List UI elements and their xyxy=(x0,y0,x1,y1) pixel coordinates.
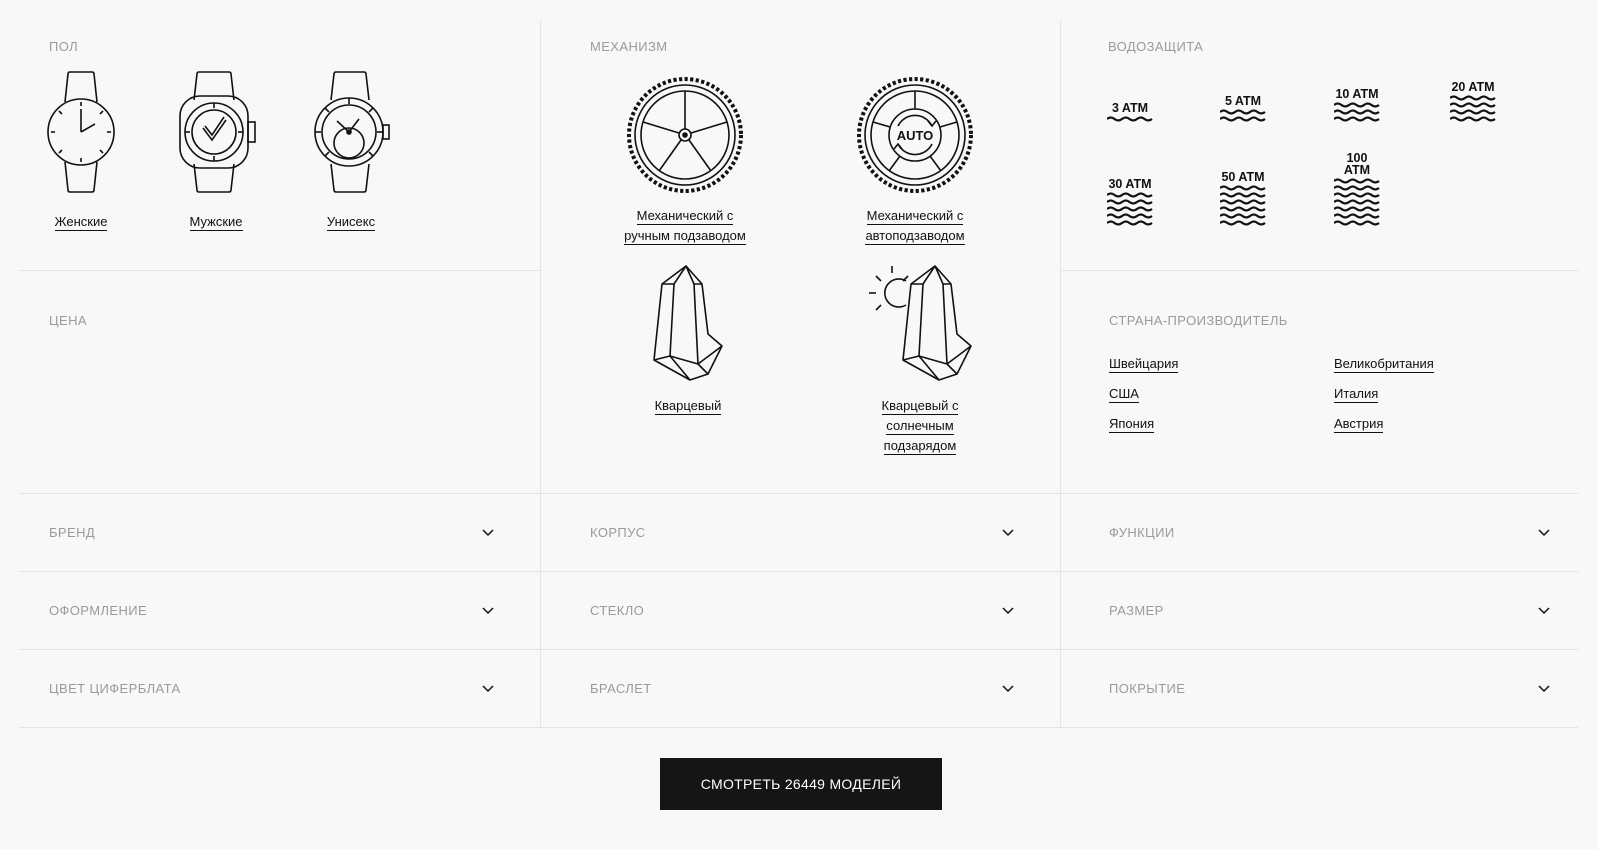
country-link-usa[interactable]: США xyxy=(1109,386,1139,403)
chevron-down-icon xyxy=(482,606,494,614)
chevron-down-icon xyxy=(1002,606,1014,614)
water-option-5atm[interactable]: 5 ATM xyxy=(1219,95,1267,123)
accordion-brand[interactable]: Бренд xyxy=(49,494,495,571)
gender-option-women[interactable]: Женские xyxy=(36,70,126,232)
show-models-button[interactable]: Смотреть 26449 моделей xyxy=(660,758,942,810)
water-option-20atm[interactable]: 20 ATM xyxy=(1449,81,1497,123)
mechanism-label: автоподзаводом xyxy=(865,228,965,245)
accordion-dial-color[interactable]: Цвет циферблата xyxy=(49,650,495,727)
chevron-down-icon xyxy=(1002,684,1014,692)
unisex-watch-icon xyxy=(314,71,390,193)
section-title-mechanism: Механизм xyxy=(590,39,668,54)
water-label: 3 ATM xyxy=(1111,101,1149,115)
waves-6-icon xyxy=(1220,185,1266,226)
waves-7-icon xyxy=(1334,178,1380,226)
waves-1-icon xyxy=(1107,116,1153,122)
accordion-functions[interactable]: Функции xyxy=(1109,494,1551,571)
divider xyxy=(1060,20,1061,728)
accordion-bracelet[interactable]: Браслет xyxy=(590,650,1015,727)
mechanism-label: ручным подзаводом xyxy=(624,228,746,245)
accordion-label: Покрытие xyxy=(1109,681,1186,696)
manual-gear-icon xyxy=(627,77,743,193)
divider xyxy=(540,20,541,728)
mechanism-label: солнечным xyxy=(886,418,954,435)
mechanism-label: Механический с xyxy=(636,208,734,225)
mechanism-option-auto[interactable]: AUTO Механический с автоподзаводом xyxy=(835,76,995,246)
water-label: 50 ATM xyxy=(1221,170,1265,184)
chevron-down-icon xyxy=(1538,684,1550,692)
water-option-10atm[interactable]: 10 ATM xyxy=(1333,88,1381,123)
divider xyxy=(1060,270,1578,271)
accordion-case[interactable]: Корпус xyxy=(590,494,1015,571)
section-title-gender: Пол xyxy=(49,39,79,54)
gender-option-men[interactable]: Мужские xyxy=(171,70,261,232)
chevron-down-icon xyxy=(482,528,494,536)
quartz-crystal-icon xyxy=(653,265,723,381)
women-watch-icon xyxy=(47,71,115,193)
country-link-japan[interactable]: Япония xyxy=(1109,416,1155,433)
water-option-30atm[interactable]: 30 ATM xyxy=(1106,178,1154,227)
auto-gear-icon: AUTO xyxy=(857,77,973,193)
solar-crystal-icon xyxy=(869,265,972,381)
waves-2-icon xyxy=(1220,109,1266,122)
accordion-label: Бренд xyxy=(49,525,96,540)
mechanism-option-quartz[interactable]: Кварцевый xyxy=(618,264,758,416)
mechanism-option-manual[interactable]: Механический с ручным подзаводом xyxy=(605,76,765,246)
section-title-price: Цена xyxy=(49,313,87,328)
water-option-100atm[interactable]: 100 ATM xyxy=(1333,152,1381,227)
accordion-label: Функции xyxy=(1109,525,1175,540)
water-label: 20 ATM xyxy=(1451,80,1495,94)
gender-label: Женские xyxy=(54,214,108,231)
water-option-50atm[interactable]: 50 ATM xyxy=(1219,171,1267,227)
country-link-uk[interactable]: Великобритания xyxy=(1334,356,1434,373)
divider xyxy=(19,270,540,271)
water-label: 5 ATM xyxy=(1224,94,1262,108)
accordion-label: Цвет циферблата xyxy=(49,681,181,696)
accordion-label: Оформление xyxy=(49,603,148,618)
mechanism-label: Механический с xyxy=(866,208,964,225)
mechanism-label: Кварцевый xyxy=(654,398,722,415)
gender-label: Мужские xyxy=(189,214,243,231)
country-link-italy[interactable]: Италия xyxy=(1334,386,1379,403)
accordion-label: Стекло xyxy=(590,603,645,618)
accordion-size[interactable]: Размер xyxy=(1109,572,1551,649)
accordion-design[interactable]: Оформление xyxy=(49,572,495,649)
water-label: 100 ATM xyxy=(1343,151,1371,177)
water-label: 30 ATM xyxy=(1108,177,1152,191)
men-watch-icon xyxy=(179,71,256,193)
mechanism-label: подзарядом xyxy=(883,438,957,455)
section-title-country: Страна-производитель xyxy=(1109,313,1288,328)
country-link-switzerland[interactable]: Швейцария xyxy=(1109,356,1179,373)
country-link-austria[interactable]: Австрия xyxy=(1334,416,1384,433)
chevron-down-icon xyxy=(1538,528,1550,536)
water-option-3atm[interactable]: 3 ATM xyxy=(1106,102,1154,123)
gender-option-unisex[interactable]: Унисекс xyxy=(306,70,396,232)
accordion-label: Корпус xyxy=(590,525,646,540)
water-label: 10 ATM xyxy=(1335,87,1379,101)
filters-panel: Пол Женские Мужские xyxy=(0,0,1598,849)
waves-5-icon xyxy=(1107,192,1153,226)
section-title-water: Водозащита xyxy=(1108,39,1204,54)
waves-3-icon xyxy=(1334,102,1380,122)
mechanism-label: Кварцевый с xyxy=(881,398,959,415)
divider xyxy=(19,727,1578,728)
accordion-label: Браслет xyxy=(590,681,652,696)
auto-badge-text: AUTO xyxy=(897,128,934,143)
chevron-down-icon xyxy=(482,684,494,692)
accordion-label: Размер xyxy=(1109,603,1164,618)
waves-4-icon xyxy=(1450,95,1496,122)
gender-label: Унисекс xyxy=(326,214,376,231)
chevron-down-icon xyxy=(1002,528,1014,536)
accordion-glass[interactable]: Стекло xyxy=(590,572,1015,649)
mechanism-option-solar[interactable]: Кварцевый с солнечным подзарядом xyxy=(840,264,1000,456)
accordion-coating[interactable]: Покрытие xyxy=(1109,650,1551,727)
chevron-down-icon xyxy=(1538,606,1550,614)
